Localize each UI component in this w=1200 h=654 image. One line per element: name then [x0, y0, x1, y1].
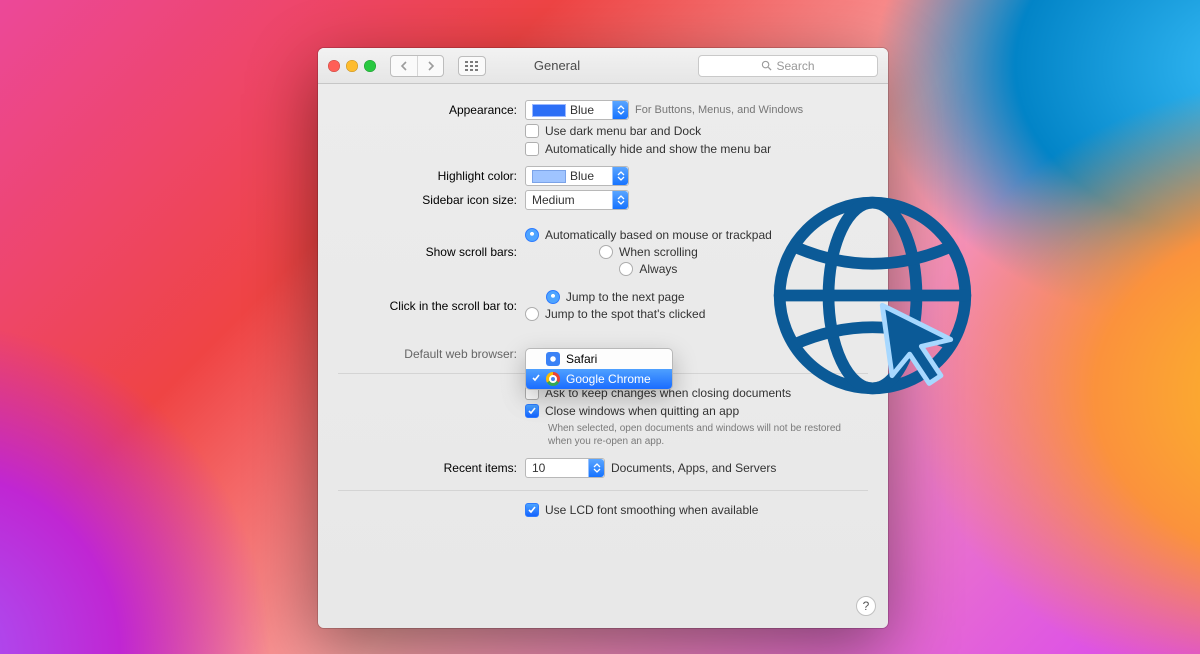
- default-browser-label: Default web browser:: [318, 347, 525, 361]
- dark-menu-checkbox[interactable]: Use dark menu bar and Dock: [525, 124, 701, 138]
- chevron-updown-icon: [612, 167, 628, 185]
- recent-items-suffix: Documents, Apps, and Servers: [611, 461, 776, 475]
- lcd-smoothing-checkbox[interactable]: Use LCD font smoothing when available: [525, 503, 758, 517]
- chevron-updown-icon: [588, 459, 604, 477]
- window-title: General: [424, 58, 690, 73]
- close-windows-note: When selected, open documents and window…: [548, 422, 848, 448]
- appearance-popup[interactable]: Blue: [525, 100, 629, 120]
- search-icon: [761, 60, 772, 71]
- browser-option-safari[interactable]: Safari: [526, 349, 672, 369]
- chevron-updown-icon: [612, 101, 628, 119]
- safari-icon: [546, 352, 560, 366]
- sidebar-size-popup[interactable]: Medium: [525, 190, 629, 210]
- highlight-popup[interactable]: Blue: [525, 166, 629, 186]
- chevron-updown-icon: [612, 191, 628, 209]
- highlight-swatch-icon: [532, 170, 566, 183]
- highlight-label: Highlight color:: [318, 169, 525, 183]
- browser-option-chrome[interactable]: Google Chrome: [526, 369, 672, 389]
- highlight-value: Blue: [570, 169, 594, 183]
- system-preferences-window: General Search Appearance: Blue For Butt…: [318, 48, 888, 628]
- appearance-hint: For Buttons, Menus, and Windows: [635, 104, 803, 116]
- scrollclick-opt-spot[interactable]: Jump to the spot that's clicked: [525, 307, 705, 321]
- blue-swatch-icon: [532, 104, 566, 117]
- separator: [338, 490, 868, 491]
- help-button[interactable]: ?: [856, 596, 876, 616]
- scrollbars-label: Show scroll bars:: [318, 245, 525, 259]
- recent-items-value: 10: [532, 461, 545, 475]
- default-browser-menu[interactable]: Safari Google Chrome: [525, 348, 673, 390]
- back-button[interactable]: [391, 56, 417, 76]
- search-placeholder: Search: [776, 59, 814, 73]
- scrollbars-opt-auto[interactable]: Automatically based on mouse or trackpad: [525, 228, 772, 242]
- scrollbars-opt-scrolling[interactable]: When scrolling: [599, 245, 698, 259]
- scrollclick-label: Click in the scroll bar to:: [318, 299, 525, 313]
- recent-items-popup[interactable]: 10: [525, 458, 605, 478]
- close-icon[interactable]: [328, 60, 340, 72]
- sidebar-size-value: Medium: [532, 193, 575, 207]
- titlebar: General Search: [318, 48, 888, 84]
- appearance-label: Appearance:: [318, 103, 525, 117]
- preferences-content: Appearance: Blue For Buttons, Menus, and…: [318, 84, 888, 537]
- recent-items-label: Recent items:: [318, 461, 525, 475]
- scrollclick-opt-next[interactable]: Jump to the next page: [546, 290, 685, 304]
- zoom-icon[interactable]: [364, 60, 376, 72]
- chrome-icon: [546, 372, 560, 386]
- check-icon: [531, 372, 541, 386]
- scrollbars-opt-always[interactable]: Always: [619, 262, 677, 276]
- appearance-value: Blue: [570, 103, 594, 117]
- traffic-lights: [328, 60, 376, 72]
- sidebar-size-label: Sidebar icon size:: [318, 193, 525, 207]
- close-windows-quit-checkbox[interactable]: Close windows when quitting an app: [525, 404, 739, 418]
- minimize-icon[interactable]: [346, 60, 358, 72]
- search-input[interactable]: Search: [698, 55, 878, 77]
- auto-hide-menu-checkbox[interactable]: Automatically hide and show the menu bar: [525, 142, 771, 156]
